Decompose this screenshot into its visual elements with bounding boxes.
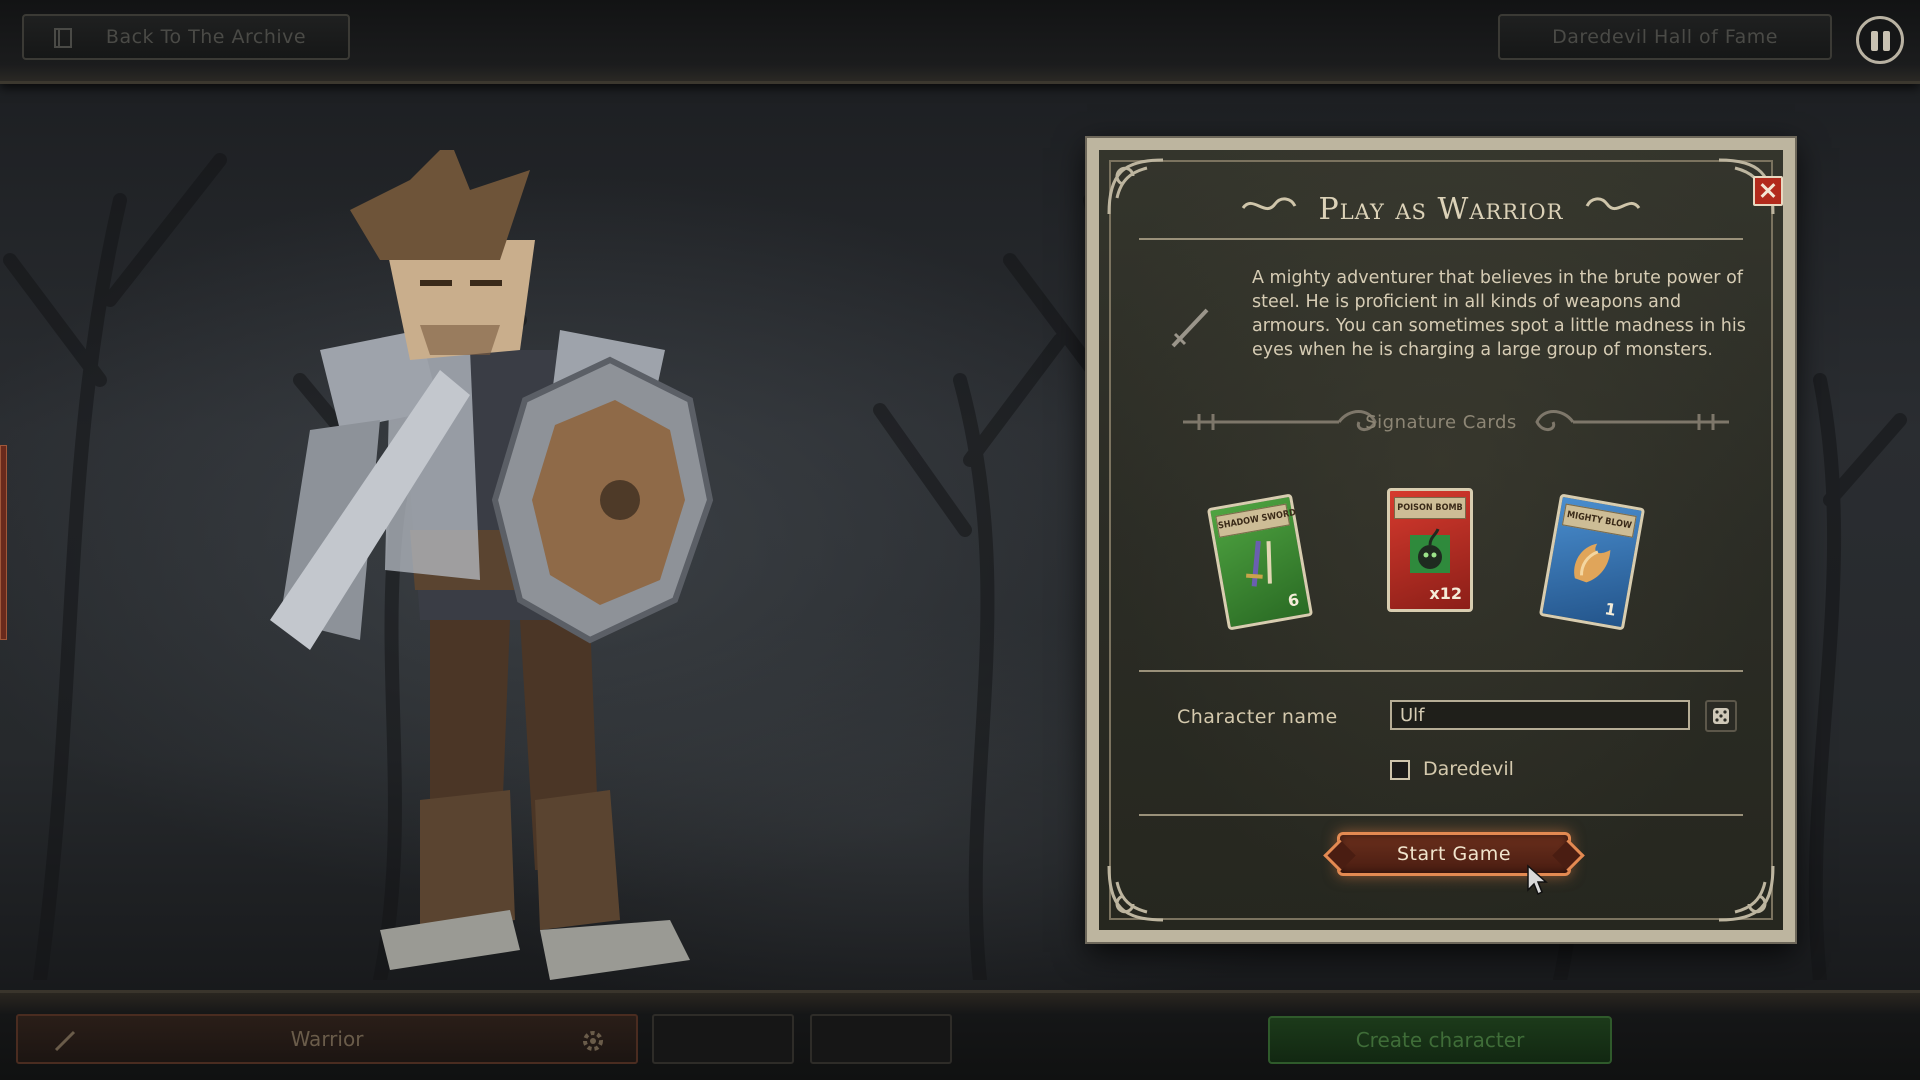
sword-icon: [1171, 308, 1209, 348]
randomize-name-button[interactable]: [1705, 700, 1737, 732]
character-name-input[interactable]: [1390, 700, 1690, 730]
back-to-archive-button[interactable]: Back To The Archive: [22, 14, 350, 60]
create-character-label: Create character: [1355, 1028, 1525, 1052]
sword-icon: [54, 1030, 76, 1052]
card-title: POISON BOMB: [1394, 497, 1466, 519]
corner-ornament: [1107, 865, 1164, 922]
character-name-label: Character name: [1177, 706, 1338, 728]
warrior-character-model: [270, 150, 714, 980]
equipment-slot[interactable]: [810, 1014, 952, 1064]
pause-icon: [1871, 31, 1878, 51]
dice-icon: [1713, 708, 1729, 724]
daredevil-label: Daredevil: [1423, 758, 1514, 780]
left-edge-tab[interactable]: [0, 445, 7, 640]
start-game-label: Start Game: [1396, 843, 1512, 865]
play-as-warrior-dialog: Play as Warrior A mighty adventurer that…: [1087, 138, 1795, 942]
divider-ornament: [1535, 410, 1729, 431]
corner-ornament: [1718, 865, 1775, 922]
daredevil-checkbox[interactable]: [1390, 760, 1410, 780]
class-selector-label: Warrior: [290, 1027, 364, 1051]
card-value: x12: [1429, 584, 1462, 603]
class-description: A mighty adventurer that believes in the…: [1252, 268, 1746, 360]
mouse-cursor-icon: [1527, 864, 1548, 896]
pause-button[interactable]: [1856, 16, 1904, 64]
cards-divider: [1139, 670, 1743, 672]
class-selector[interactable]: Warrior: [16, 1014, 638, 1064]
winged-fist-icon: [1574, 543, 1611, 583]
sword-icon: [1246, 540, 1272, 587]
title-flourish-icon: [1585, 197, 1641, 211]
card-value: 6: [1286, 589, 1301, 611]
back-to-archive-label: Back To The Archive: [105, 26, 307, 48]
card-poison-bomb[interactable]: POISON BOMB x12: [1387, 488, 1473, 612]
title-divider: [1139, 238, 1743, 240]
hall-of-fame-button[interactable]: Daredevil Hall of Fame: [1498, 14, 1832, 60]
equipment-slot[interactable]: [652, 1014, 794, 1064]
card-value: 1: [1603, 599, 1618, 620]
bomb-icon: [1410, 528, 1450, 573]
create-character-button[interactable]: Create character: [1268, 1016, 1612, 1064]
hall-of-fame-label: Daredevil Hall of Fame: [1552, 26, 1778, 48]
options-divider: [1139, 814, 1743, 816]
book-icon: [54, 28, 72, 48]
dialog-title: Play as Warrior: [1318, 192, 1564, 227]
gear-icon: [583, 1031, 603, 1051]
